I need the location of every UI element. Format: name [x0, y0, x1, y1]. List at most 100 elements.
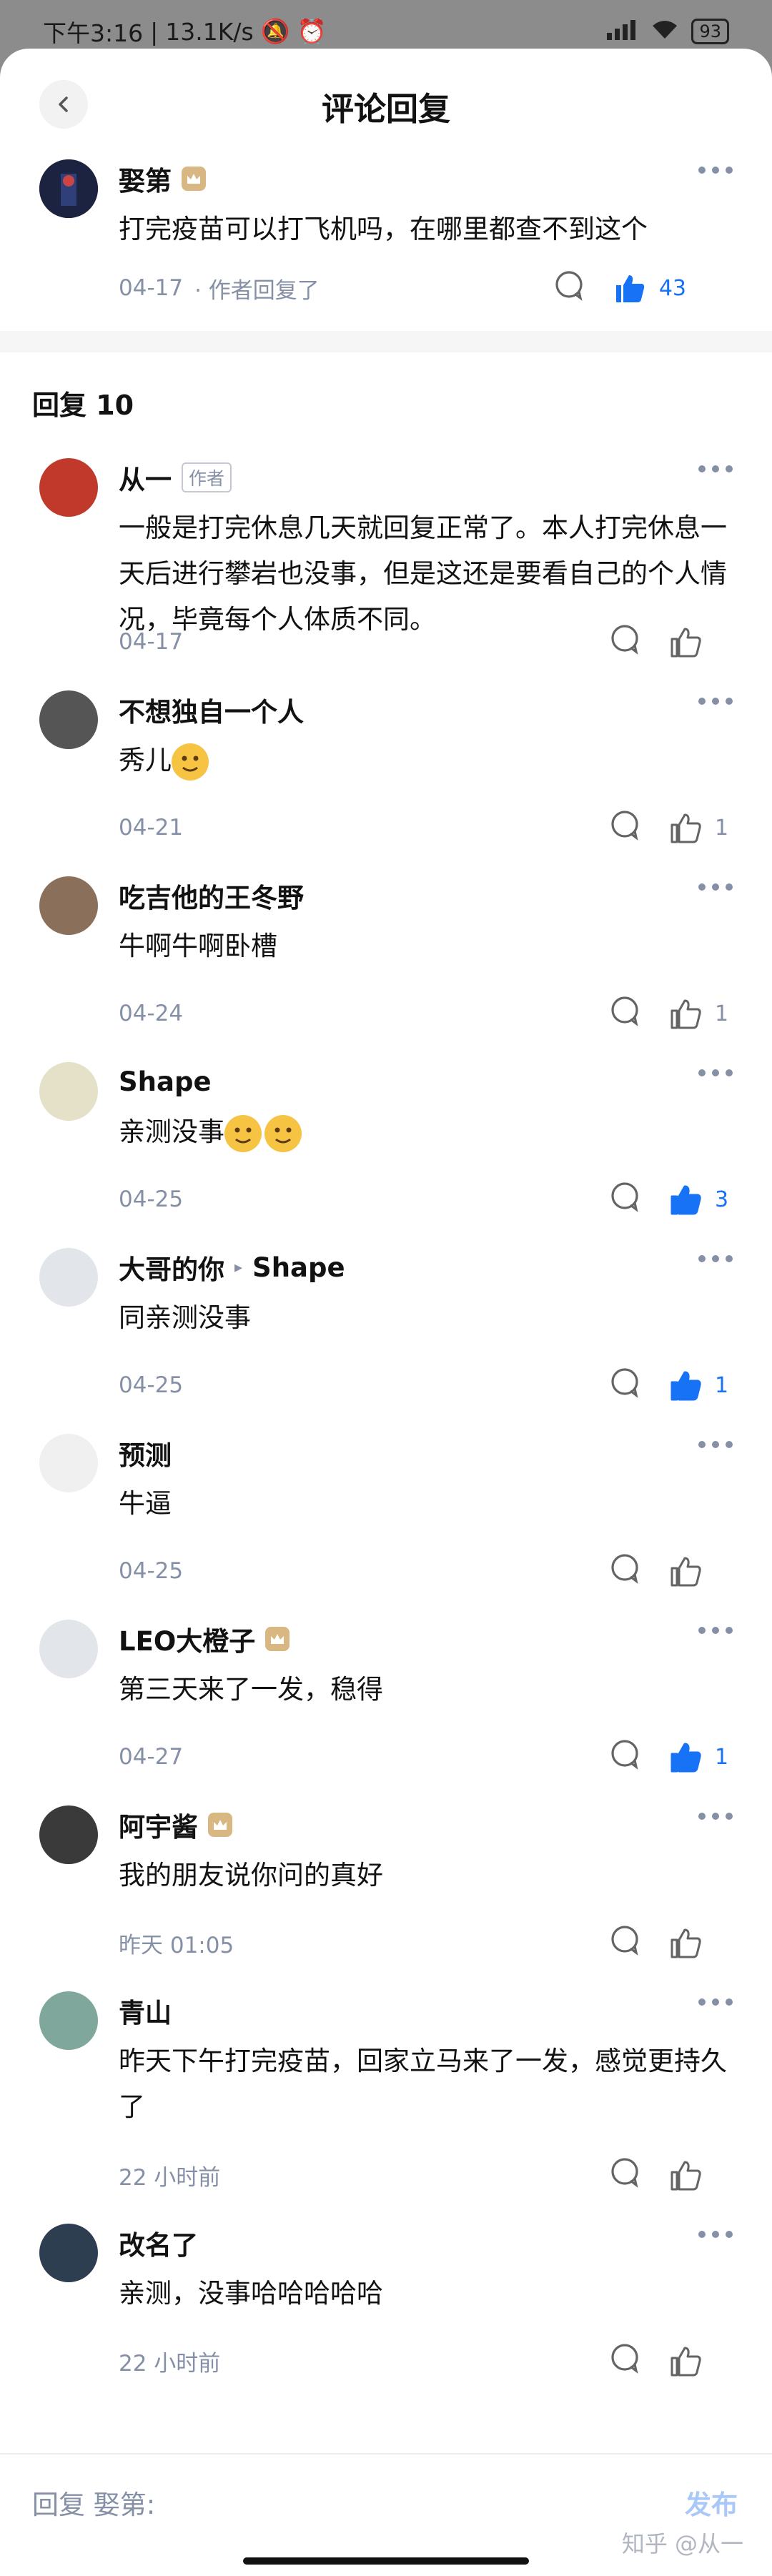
reply-icon[interactable]	[553, 269, 585, 307]
more-options-icon[interactable]	[698, 1255, 733, 1262]
watermark: 知乎 @从一	[621, 2530, 743, 2557]
like-button[interactable]: 1	[669, 1741, 729, 1773]
like-count: 1	[715, 1372, 729, 1398]
reply-icon[interactable]	[609, 1924, 640, 1961]
like-button[interactable]	[669, 2159, 729, 2191]
like-button[interactable]	[669, 2345, 729, 2377]
like-count: 3	[715, 1187, 729, 1212]
more-options-icon[interactable]	[698, 1627, 733, 1634]
like-button[interactable]: 1	[669, 1369, 729, 1401]
author-name[interactable]: 改名了	[119, 2224, 198, 2262]
avatar[interactable]	[39, 876, 98, 935]
reply-to-name[interactable]: Shape	[252, 1252, 345, 1283]
reply-icon[interactable]	[609, 2342, 640, 2379]
crown-badge-icon	[265, 1627, 290, 1651]
comment-text: 同亲测没事	[119, 1302, 251, 1333]
comment-text: 第三天来了一发，稳得	[119, 1674, 383, 1705]
replies-section-title: 回复 10	[32, 389, 134, 421]
avatar[interactable]	[39, 1805, 98, 1864]
reply-icon[interactable]	[609, 1367, 640, 1404]
avatar[interactable]	[39, 2224, 98, 2282]
avatar[interactable]	[39, 159, 98, 218]
thumbs-up-icon	[670, 1743, 701, 1773]
author-name[interactable]: 不想独自一个人	[119, 690, 304, 729]
reply-arrow-icon: ▸	[234, 1258, 243, 1277]
replies-list: 从一 作者 一般是打完休息几天就回复正常了。本人打完休息一天后进行攀岩也没事，但是这…	[0, 452, 772, 2404]
author-name[interactable]: Shape	[119, 1066, 212, 1097]
reply-icon[interactable]	[609, 623, 640, 660]
more-options-icon[interactable]	[698, 465, 733, 472]
more-options-icon[interactable]	[698, 698, 733, 705]
thumbs-up-icon	[670, 999, 701, 1029]
more-options-icon[interactable]	[698, 1069, 733, 1076]
thumbs-up-icon	[670, 1557, 701, 1587]
like-count: 1	[715, 815, 729, 841]
like-count: 43	[658, 275, 686, 301]
like-button[interactable]	[669, 626, 729, 658]
author-name[interactable]: 娶第	[119, 159, 172, 198]
author-tag: 作者	[182, 462, 232, 492]
avatar[interactable]	[39, 1248, 98, 1307]
reply-item: 从一 作者 一般是打完休息几天就回复正常了。本人打完休息一天后进行攀岩也没事，但是这…	[0, 452, 772, 685]
reply-item: 大哥的你 ▸ Shape 同亲测没事 04-25 1	[0, 1242, 772, 1428]
comment-date: 04-25	[119, 1372, 184, 1398]
comment-text: 我的朋友说你问的真好	[119, 1860, 383, 1891]
reply-icon[interactable]	[609, 995, 640, 1032]
comment-date: 04-17	[119, 629, 184, 655]
like-button[interactable]: 43	[613, 272, 686, 304]
avatar[interactable]	[39, 458, 98, 517]
comment-date: 04-21	[119, 815, 184, 841]
status-time: 下午3:16	[43, 19, 144, 47]
comment-text: 秀儿	[119, 738, 729, 783]
comment-text: 亲测没事	[119, 1109, 729, 1155]
reply-item: Shape 亲测没事 04-25 3	[0, 1056, 772, 1242]
avatar[interactable]	[39, 1620, 98, 1678]
crown-badge-icon	[208, 1813, 232, 1837]
like-button[interactable]: 1	[669, 812, 729, 843]
emoji-icon	[224, 1114, 262, 1152]
avatar[interactable]	[39, 1434, 98, 1492]
reply-item: LEO大橙子 第三天来了一发，稳得 04-27 1	[0, 1614, 772, 1800]
author-name[interactable]: LEO大橙子	[119, 1620, 255, 1658]
more-options-icon[interactable]	[698, 883, 733, 891]
comment-date: 昨天 01:05	[119, 1932, 234, 1958]
reply-icon[interactable]	[609, 1552, 640, 1590]
battery-indicator: 93	[691, 19, 729, 44]
reply-icon[interactable]	[609, 809, 640, 846]
home-indicator[interactable]	[243, 2557, 529, 2565]
reply-icon[interactable]	[609, 1738, 640, 1775]
avatar[interactable]	[39, 1991, 98, 2050]
like-button[interactable]: 1	[669, 998, 729, 1029]
avatar[interactable]	[39, 1062, 98, 1121]
like-button[interactable]	[669, 1555, 729, 1587]
author-name[interactable]: 阿宇酱	[119, 1805, 198, 1844]
reply-item: 阿宇酱我的朋友说你问的真好昨天 01:05	[0, 1800, 772, 1986]
more-options-icon[interactable]	[698, 1813, 733, 1820]
thumbs-up-icon	[670, 1371, 701, 1401]
comment-date: 22 小时前	[119, 2164, 221, 2191]
reply-icon[interactable]	[609, 1181, 640, 1218]
author-name[interactable]: 青山	[119, 1991, 172, 2030]
thumbs-up-icon	[615, 275, 645, 302]
reply-icon[interactable]	[609, 2156, 640, 2194]
comment-date: 04-17	[119, 275, 184, 301]
author-name[interactable]: 吃吉他的王冬野	[119, 876, 304, 915]
comment-date: 04-24	[119, 1001, 184, 1026]
reply-input[interactable]: 回复 娶第:	[32, 2483, 155, 2522]
more-options-icon[interactable]	[698, 1441, 733, 1448]
author-name[interactable]: 预测	[119, 1434, 172, 1472]
emoji-icon	[264, 1114, 302, 1152]
author-name[interactable]: 从一	[119, 458, 172, 497]
thumbs-up-icon	[670, 628, 701, 658]
avatar[interactable]	[39, 690, 98, 749]
more-options-icon[interactable]	[698, 2231, 733, 2238]
publish-button[interactable]: 发布	[685, 2483, 738, 2522]
like-button[interactable]: 3	[669, 1184, 729, 1215]
crown-badge-icon	[182, 167, 206, 191]
author-name[interactable]: 大哥的你	[119, 1248, 224, 1287]
page-title: 评论回复	[321, 90, 450, 128]
more-options-icon[interactable]	[698, 1998, 733, 2006]
like-button[interactable]	[669, 1927, 729, 1958]
comment-date: 04-25	[119, 1187, 184, 1212]
more-options-icon[interactable]	[698, 167, 733, 174]
